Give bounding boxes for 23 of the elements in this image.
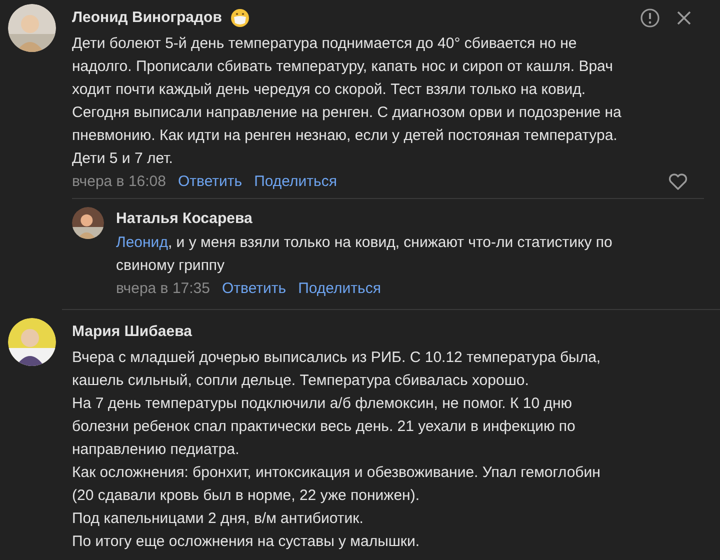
reply-link[interactable]: Ответить [222,277,286,301]
share-link[interactable]: Поделиться [298,277,381,301]
comment-text: Под капельницами 2 дня, в/м антибиотик. [72,509,364,529]
comment-text: Дети болеют 5-й день температура поднимается до 40° сбивается но не надолго. Прописали сбивать температуру, капать нос и сироп от кашля. Врач ходит почти каждый день чередуя со скорой. Тест взяли только на ковид. Сегодня выписали направление на ренген. С диагнозом орви и подозрение на пневмонию. Как идти на ренген незнаю, если у детей постояная температура. Дети 5 и 7 лет. [72,34,622,169]
comment-text: Как осложнения: бронхит, интоксикация и обезвоживание. Упал гемоглобин (20 сдавали кровь был в норме, 22 уже понижен). [72,463,602,506]
heart-icon[interactable] [668,173,688,191]
comment-text: Вчера с младшей дочерью выписались из РИБ. С 10.12 температура была, кашель сильный, сопли дельце. Температура сбивалась хорошо. [72,348,602,391]
author-name[interactable]: Наталья Косарева [116,207,621,231]
report-icon[interactable] [640,8,660,28]
timestamp: вчера в 17:35 [116,279,210,299]
mention-link[interactable]: Леонид [116,234,168,251]
close-icon[interactable] [676,10,692,26]
avatar [8,4,56,52]
share-link[interactable]: Поделиться [254,170,337,194]
comment-text: По итогу еще осложнения на суставы у малышки. [72,532,421,552]
avatar [72,207,104,239]
author-name[interactable]: Леонид Виноградов [72,6,222,30]
reply-text: Леонид, и у меня взяли только на ковид, снижают что-ли статистику по свиному гриппу [116,233,614,276]
timestamp: вчера в 16:08 [72,172,166,192]
author-name[interactable]: Мария Шибаева [72,320,192,344]
avatar [8,318,56,366]
comment-text: На 7 день температуры подключили а/б флемоксин, не помог. К 10 дню болезни ребенок спал практически весь день. 21 уехали в инфекцию по направлению педиатра. [72,394,576,460]
reply-link[interactable]: Ответить [178,170,242,194]
